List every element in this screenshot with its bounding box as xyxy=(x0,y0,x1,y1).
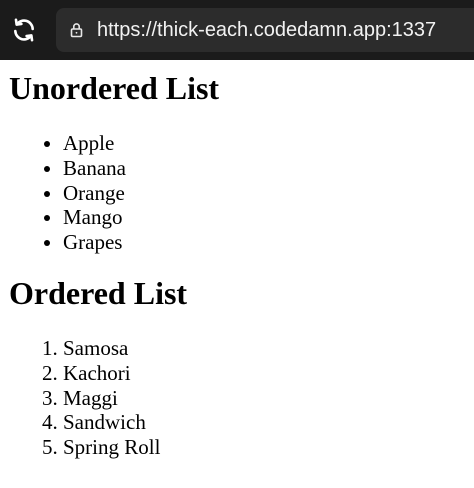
ordered-list: Samosa Kachori Maggi Sandwich Spring Rol… xyxy=(9,336,474,460)
list-item: Grapes xyxy=(63,230,474,255)
list-item: Spring Roll xyxy=(63,435,474,460)
list-item: Sandwich xyxy=(63,410,474,435)
list-item: Apple xyxy=(63,131,474,156)
reload-button[interactable] xyxy=(8,14,40,46)
reload-icon xyxy=(14,18,34,42)
url-text[interactable]: https://thick-each.codedamn.app:1337 xyxy=(97,19,436,42)
browser-toolbar: https://thick-each.codedamn.app:1337 xyxy=(0,0,474,60)
list-item: Kachori xyxy=(63,361,474,386)
address-bar[interactable]: https://thick-each.codedamn.app:1337 xyxy=(56,8,474,52)
list-item: Maggi xyxy=(63,386,474,411)
ordered-list-heading: Ordered List xyxy=(9,274,188,311)
list-item: Samosa xyxy=(63,336,474,361)
unordered-list-heading: Unordered List xyxy=(9,70,220,106)
list-item: Mango xyxy=(63,205,474,230)
page-content: Unordered List Apple Banana Orange Mango… xyxy=(9,60,474,460)
unordered-list: Apple Banana Orange Mango Grapes xyxy=(9,131,474,255)
list-item: Orange xyxy=(63,181,474,206)
lock-icon xyxy=(69,21,83,39)
list-item: Banana xyxy=(63,156,474,181)
